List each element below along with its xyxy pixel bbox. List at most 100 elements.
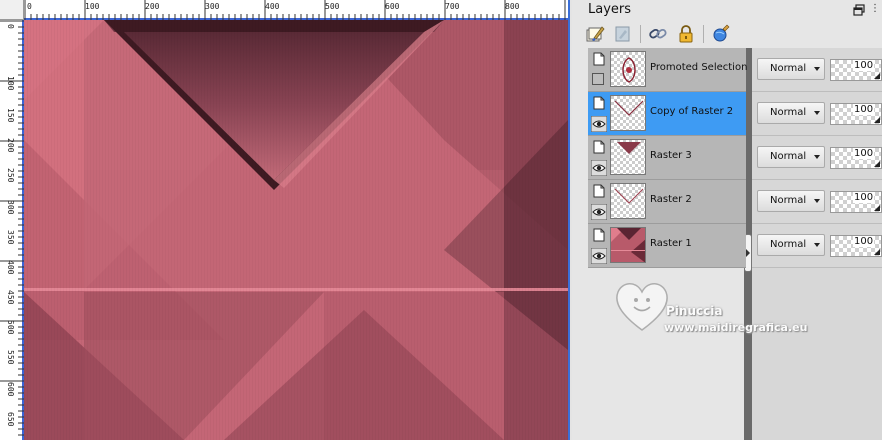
ruler-top-label: 800 [505,2,520,11]
new-layer-button[interactable] [584,23,606,45]
layer-blend-row: Normal 100 [752,136,882,180]
opacity-ramp-icon [874,117,880,123]
app-window: 0 100 200 300 400 500 600 700 800 0 100 … [0,0,882,440]
layer-name: Raster 2 [650,194,692,205]
ruler-top-label: 0 [27,2,32,11]
eye-icon[interactable] [591,204,607,220]
opacity-value: 100 [853,192,875,203]
opacity-value: 100 [853,104,875,115]
palette-title: Layers [588,2,632,17]
ruler-corner [0,0,24,20]
opacity-ramp-icon [874,205,880,211]
ruler-top-label: 200 [145,2,160,11]
watermark-url: www.maidiregrafica.eu [664,321,808,334]
eye-icon[interactable] [591,248,607,264]
globe-pencil-icon [713,24,730,42]
blend-mode-select[interactable]: Normal [757,234,825,256]
layer-row-raster-2[interactable]: Raster 2 [588,180,746,224]
chevron-down-icon [814,199,820,203]
layer-row-raster-1[interactable]: Raster 1 [588,224,746,268]
ruler-top-label: 600 [385,2,400,11]
ruler-top-label: 700 [445,2,460,11]
layer-name: Raster 3 [650,150,692,161]
merge-layers-button[interactable] [710,23,732,45]
ruler-top-label: 400 [265,2,280,11]
chevron-down-icon [814,243,820,247]
opacity-slider[interactable]: 100 [830,147,882,169]
blend-mode-value: Normal [770,63,807,74]
layer-thumbnail [610,139,646,175]
opacity-slider[interactable]: 100 [830,235,882,257]
opacity-slider[interactable]: 100 [830,191,882,213]
link-layers-button[interactable] [647,23,669,45]
blend-mode-value: Normal [770,107,807,118]
ruler-left-label: 200 [6,138,15,153]
opacity-slider[interactable]: 100 [830,103,882,125]
restore-window-icon[interactable] [852,3,866,17]
opacity-value: 100 [853,60,875,71]
ruler-top-label: 300 [205,2,220,11]
ruler-left-label: 300 [6,200,15,215]
visibility-toggle[interactable] [592,73,604,85]
opacity-value: 100 [853,148,875,159]
palette-title-bar[interactable]: Layers ⋮ [572,0,882,20]
layer-blend-row: Normal 100 [752,180,882,224]
blend-mode-select[interactable]: Normal [757,146,825,168]
link-icon [649,28,667,39]
ruler-left-label: 650 [6,412,15,427]
blend-mode-select[interactable]: Normal [757,102,825,124]
ruler-left-label: 450 [6,290,15,305]
layer-name: Raster 1 [650,238,692,249]
eye-icon[interactable] [591,116,607,132]
ruler-left-label: 150 [6,108,15,123]
blend-mode-value: Normal [770,195,807,206]
ruler-left-label: 550 [6,350,15,365]
palette-toolbar [584,22,744,46]
chevron-down-icon [814,67,820,71]
layer-blend-row: Normal 100 [752,48,882,92]
chevron-down-icon [814,111,820,115]
layer-thumbnail [610,51,646,87]
blend-mode-value: Normal [770,151,807,162]
ruler-horizontal: 0 100 200 300 400 500 600 700 800 [24,0,568,20]
opacity-slider[interactable]: 100 [830,59,882,81]
layer-type-icon [593,52,605,66]
layer-type-icon [593,140,605,154]
opacity-ramp-icon [874,161,880,167]
ruler-left-label: 0 [6,24,15,29]
layer-row-copy-of-raster-2[interactable]: Copy of Raster 2 [588,92,746,136]
blend-mode-select[interactable]: Normal [757,190,825,212]
layer-thumbnail [610,183,646,219]
ruler-left-label: 600 [6,382,15,397]
ruler-left-label: 100 [6,76,15,91]
opacity-ramp-icon [874,73,880,79]
new-mask-button[interactable] [612,23,634,45]
chevron-down-icon [814,155,820,159]
ruler-top-label: 100 [85,2,100,11]
layer-type-icon [593,228,605,242]
layer-blend-row: Normal 100 [752,92,882,136]
lock-icon [679,25,693,43]
brush-layer-icon [586,26,605,42]
layer-name: Copy of Raster 2 [650,106,734,117]
ruler-top-label: 500 [325,2,340,11]
eye-icon[interactable] [591,160,607,176]
image-canvas[interactable] [24,20,568,440]
ruler-left-label: 500 [6,320,15,335]
pin-icon[interactable]: ⋮ [870,3,880,17]
mask-layer-icon [615,26,630,42]
texture-overlay [24,20,568,440]
layer-row-promoted-selection[interactable]: Promoted Selection [588,48,748,92]
lock-layer-button[interactable] [675,23,697,45]
opacity-value: 100 [853,236,875,247]
blend-mode-select[interactable]: Normal [757,58,825,80]
watermark: Pinuccia www.maidiregrafica.eu [612,276,832,340]
layers-palette: Layers ⋮ Promoted Selection Copy of Rast… [572,0,882,440]
canvas-frame: 0 100 200 300 400 500 600 700 800 0 100 … [0,0,570,440]
ruler-left-label: 250 [6,168,15,183]
layer-name: Promoted Selection [650,62,748,73]
layer-blend-row: Normal 100 [752,224,882,268]
layer-thumbnail [610,95,646,131]
layer-row-raster-3[interactable]: Raster 3 [588,136,746,180]
layer-type-icon [593,184,605,198]
